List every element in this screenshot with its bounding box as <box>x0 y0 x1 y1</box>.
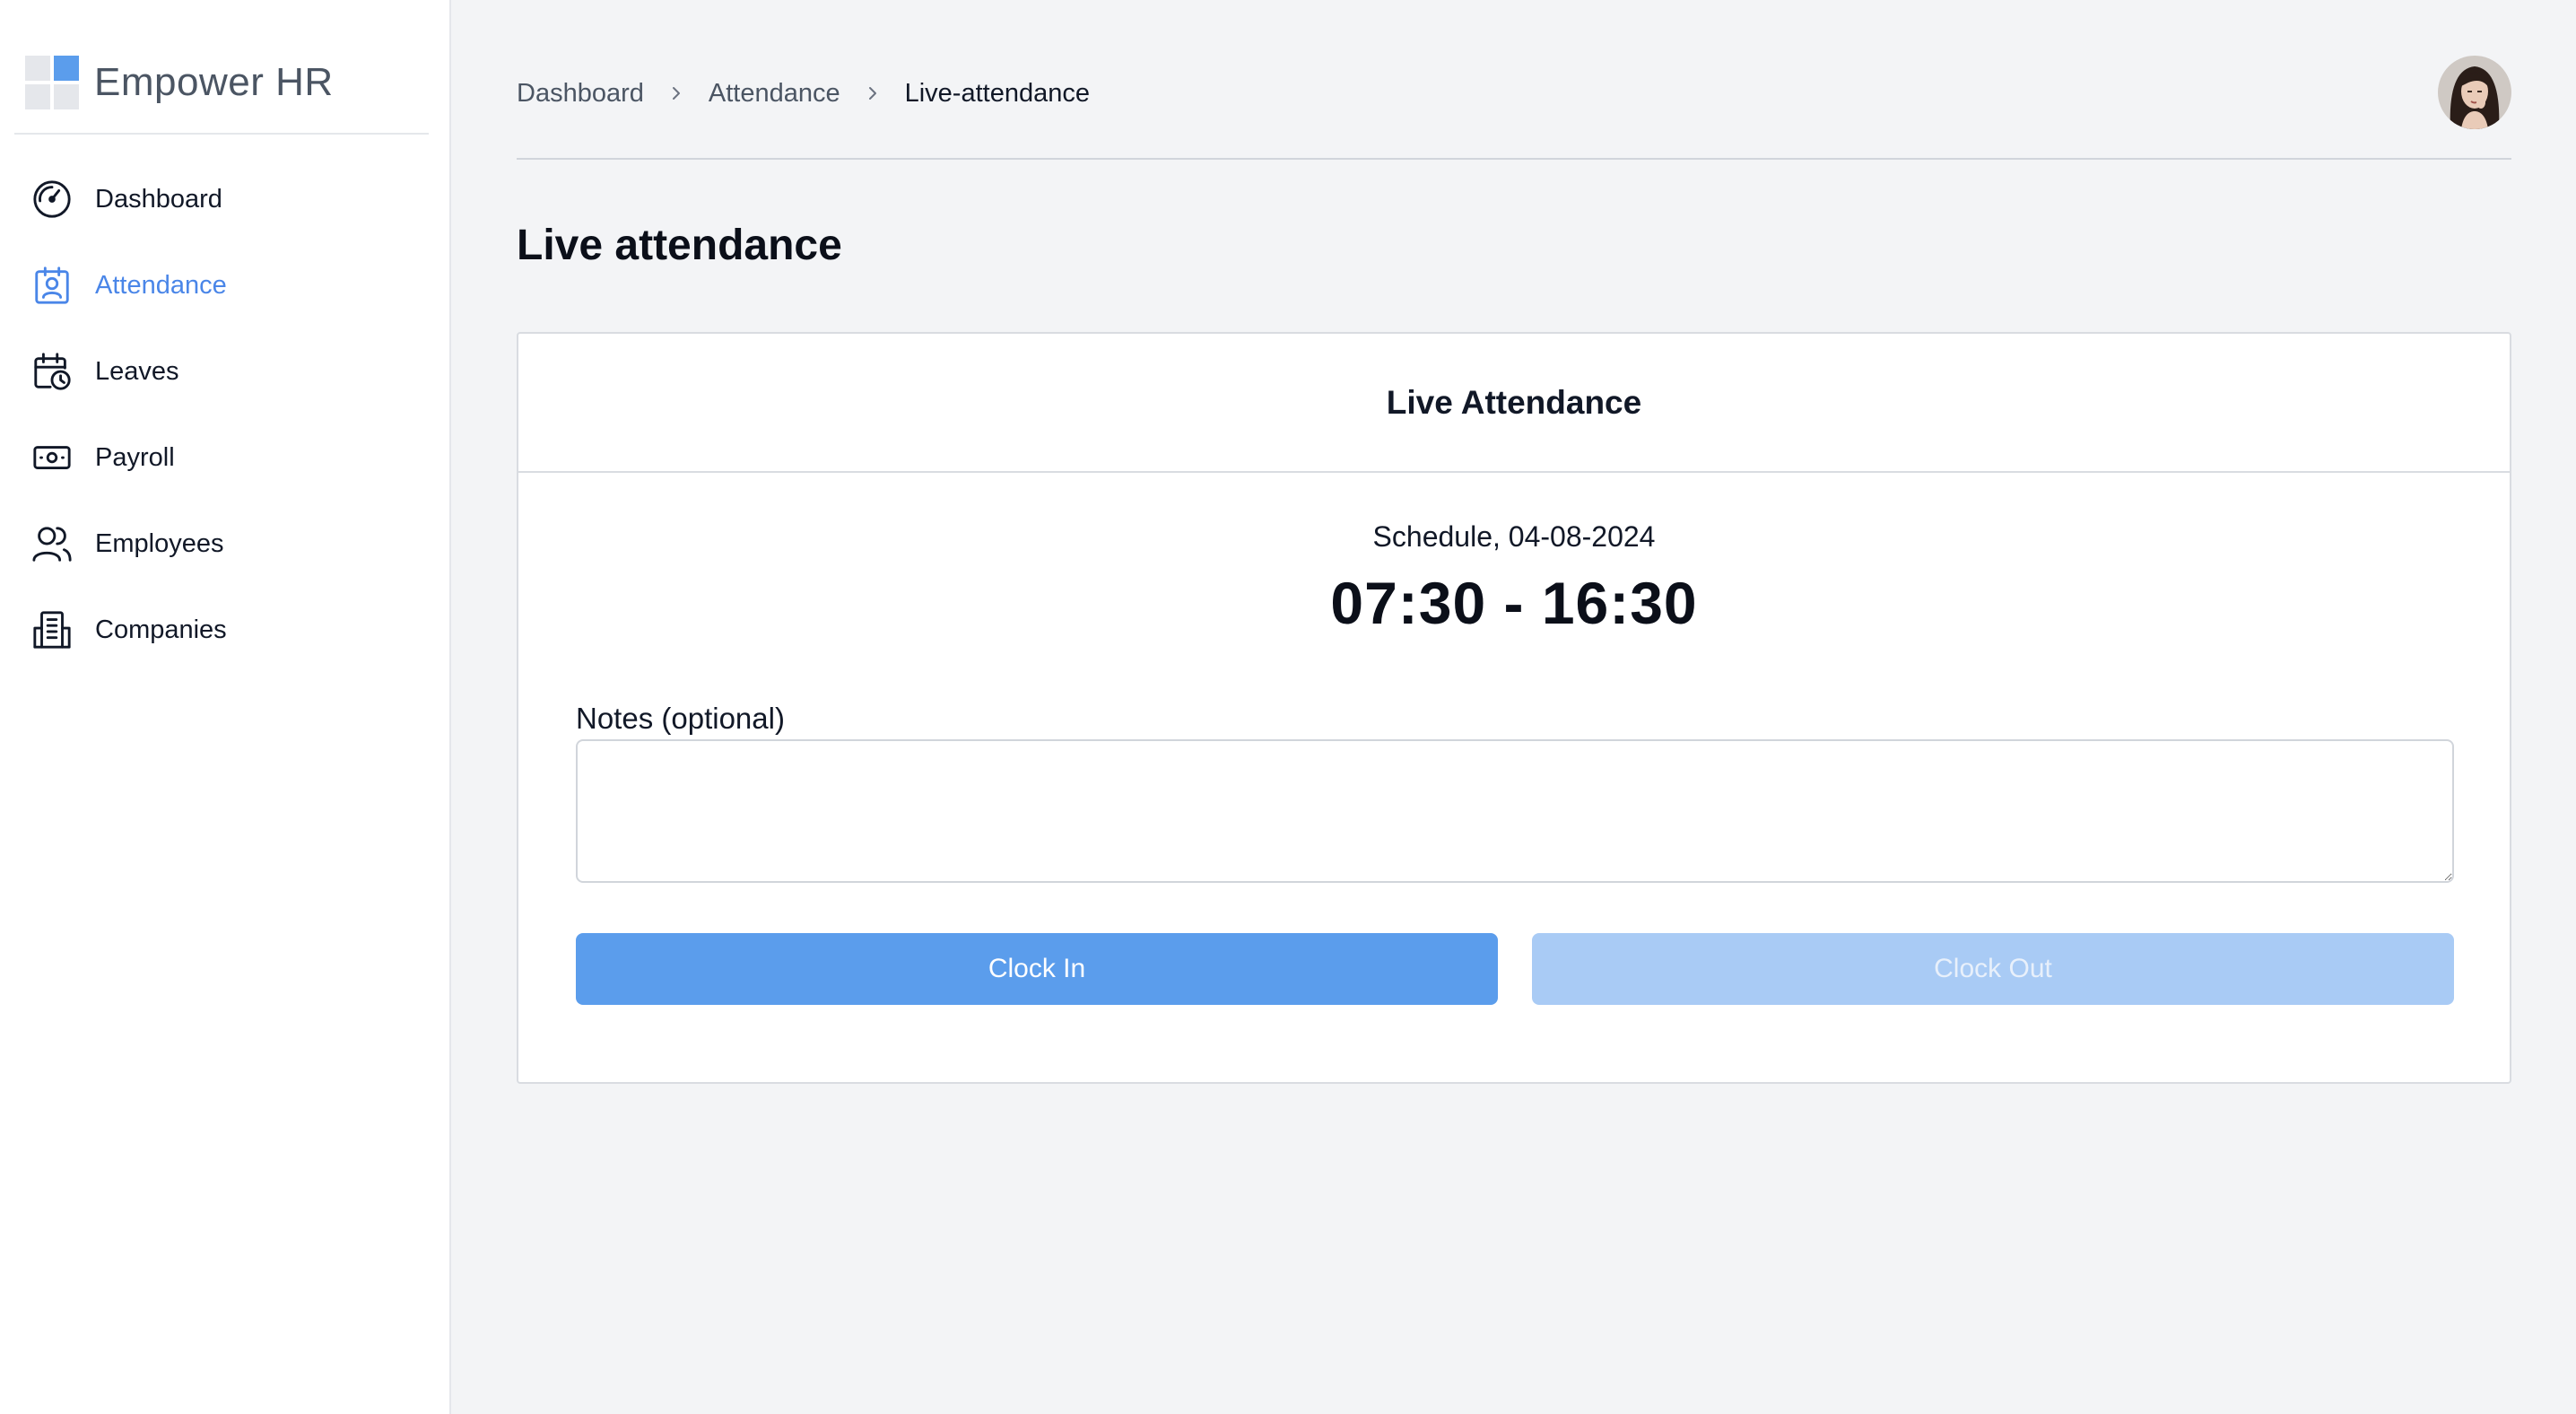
notes-label: Notes (optional) <box>576 702 785 735</box>
breadcrumb-item-current: Live-attendance <box>904 78 1090 108</box>
brand[interactable]: Empower HR <box>14 0 429 135</box>
sidebar: Empower HR Dashboard Attendance Leaves P… <box>0 0 451 1414</box>
clock-in-button[interactable]: Clock In <box>576 933 1498 1005</box>
gauge-icon <box>30 178 74 221</box>
card-title: Live Attendance <box>518 334 2510 473</box>
building-icon <box>30 608 74 651</box>
user-avatar[interactable] <box>2438 56 2511 129</box>
app-root: Empower HR Dashboard Attendance Leaves P… <box>0 0 2576 1414</box>
avatar-photo-icon <box>2438 56 2511 129</box>
notes-textarea[interactable] <box>576 739 2454 883</box>
sidebar-item-label: Employees <box>95 528 224 558</box>
chevron-right-icon <box>658 80 694 107</box>
banknote-icon <box>30 436 74 479</box>
sidebar-nav: Dashboard Attendance Leaves Payroll Empl… <box>0 156 451 673</box>
live-attendance-card: Live Attendance Schedule, 04-08-2024 07:… <box>517 332 2511 1084</box>
sidebar-item-label: Attendance <box>95 270 227 300</box>
sidebar-item-leaves[interactable]: Leaves <box>0 328 451 415</box>
users-icon <box>30 522 74 565</box>
brand-name: Empower HR <box>94 60 334 104</box>
brand-logo-icon <box>25 56 79 109</box>
sidebar-item-companies[interactable]: Companies <box>0 587 451 673</box>
sidebar-item-label: Companies <box>95 615 227 644</box>
sidebar-item-employees[interactable]: Employees <box>0 501 451 587</box>
calendar-clock-icon <box>30 350 74 393</box>
breadcrumb-item-attendance[interactable]: Attendance <box>709 79 840 109</box>
topbar: Dashboard Attendance Live-attendance <box>517 0 2511 160</box>
schedule-label: Schedule, 04-08-2024 <box>1372 520 1656 553</box>
sidebar-item-label: Leaves <box>95 356 179 386</box>
breadcrumb: Dashboard Attendance Live-attendance <box>517 74 1090 113</box>
sidebar-item-payroll[interactable]: Payroll <box>0 415 451 501</box>
sidebar-item-label: Dashboard <box>95 184 222 214</box>
sidebar-item-dashboard[interactable]: Dashboard <box>0 156 451 242</box>
chevron-right-icon <box>855 80 891 107</box>
attendance-badge-icon <box>30 264 74 307</box>
schedule-time-range: 07:30 - 16:30 <box>1330 570 1698 636</box>
sidebar-item-label: Payroll <box>95 442 175 472</box>
clock-out-button[interactable]: Clock Out <box>1532 933 2454 1005</box>
main-content: Dashboard Attendance Live-attendance Liv… <box>451 0 2576 1414</box>
breadcrumb-item-dashboard[interactable]: Dashboard <box>517 79 644 109</box>
page-title: Live attendance <box>517 222 842 269</box>
sidebar-item-attendance[interactable]: Attendance <box>0 242 451 328</box>
